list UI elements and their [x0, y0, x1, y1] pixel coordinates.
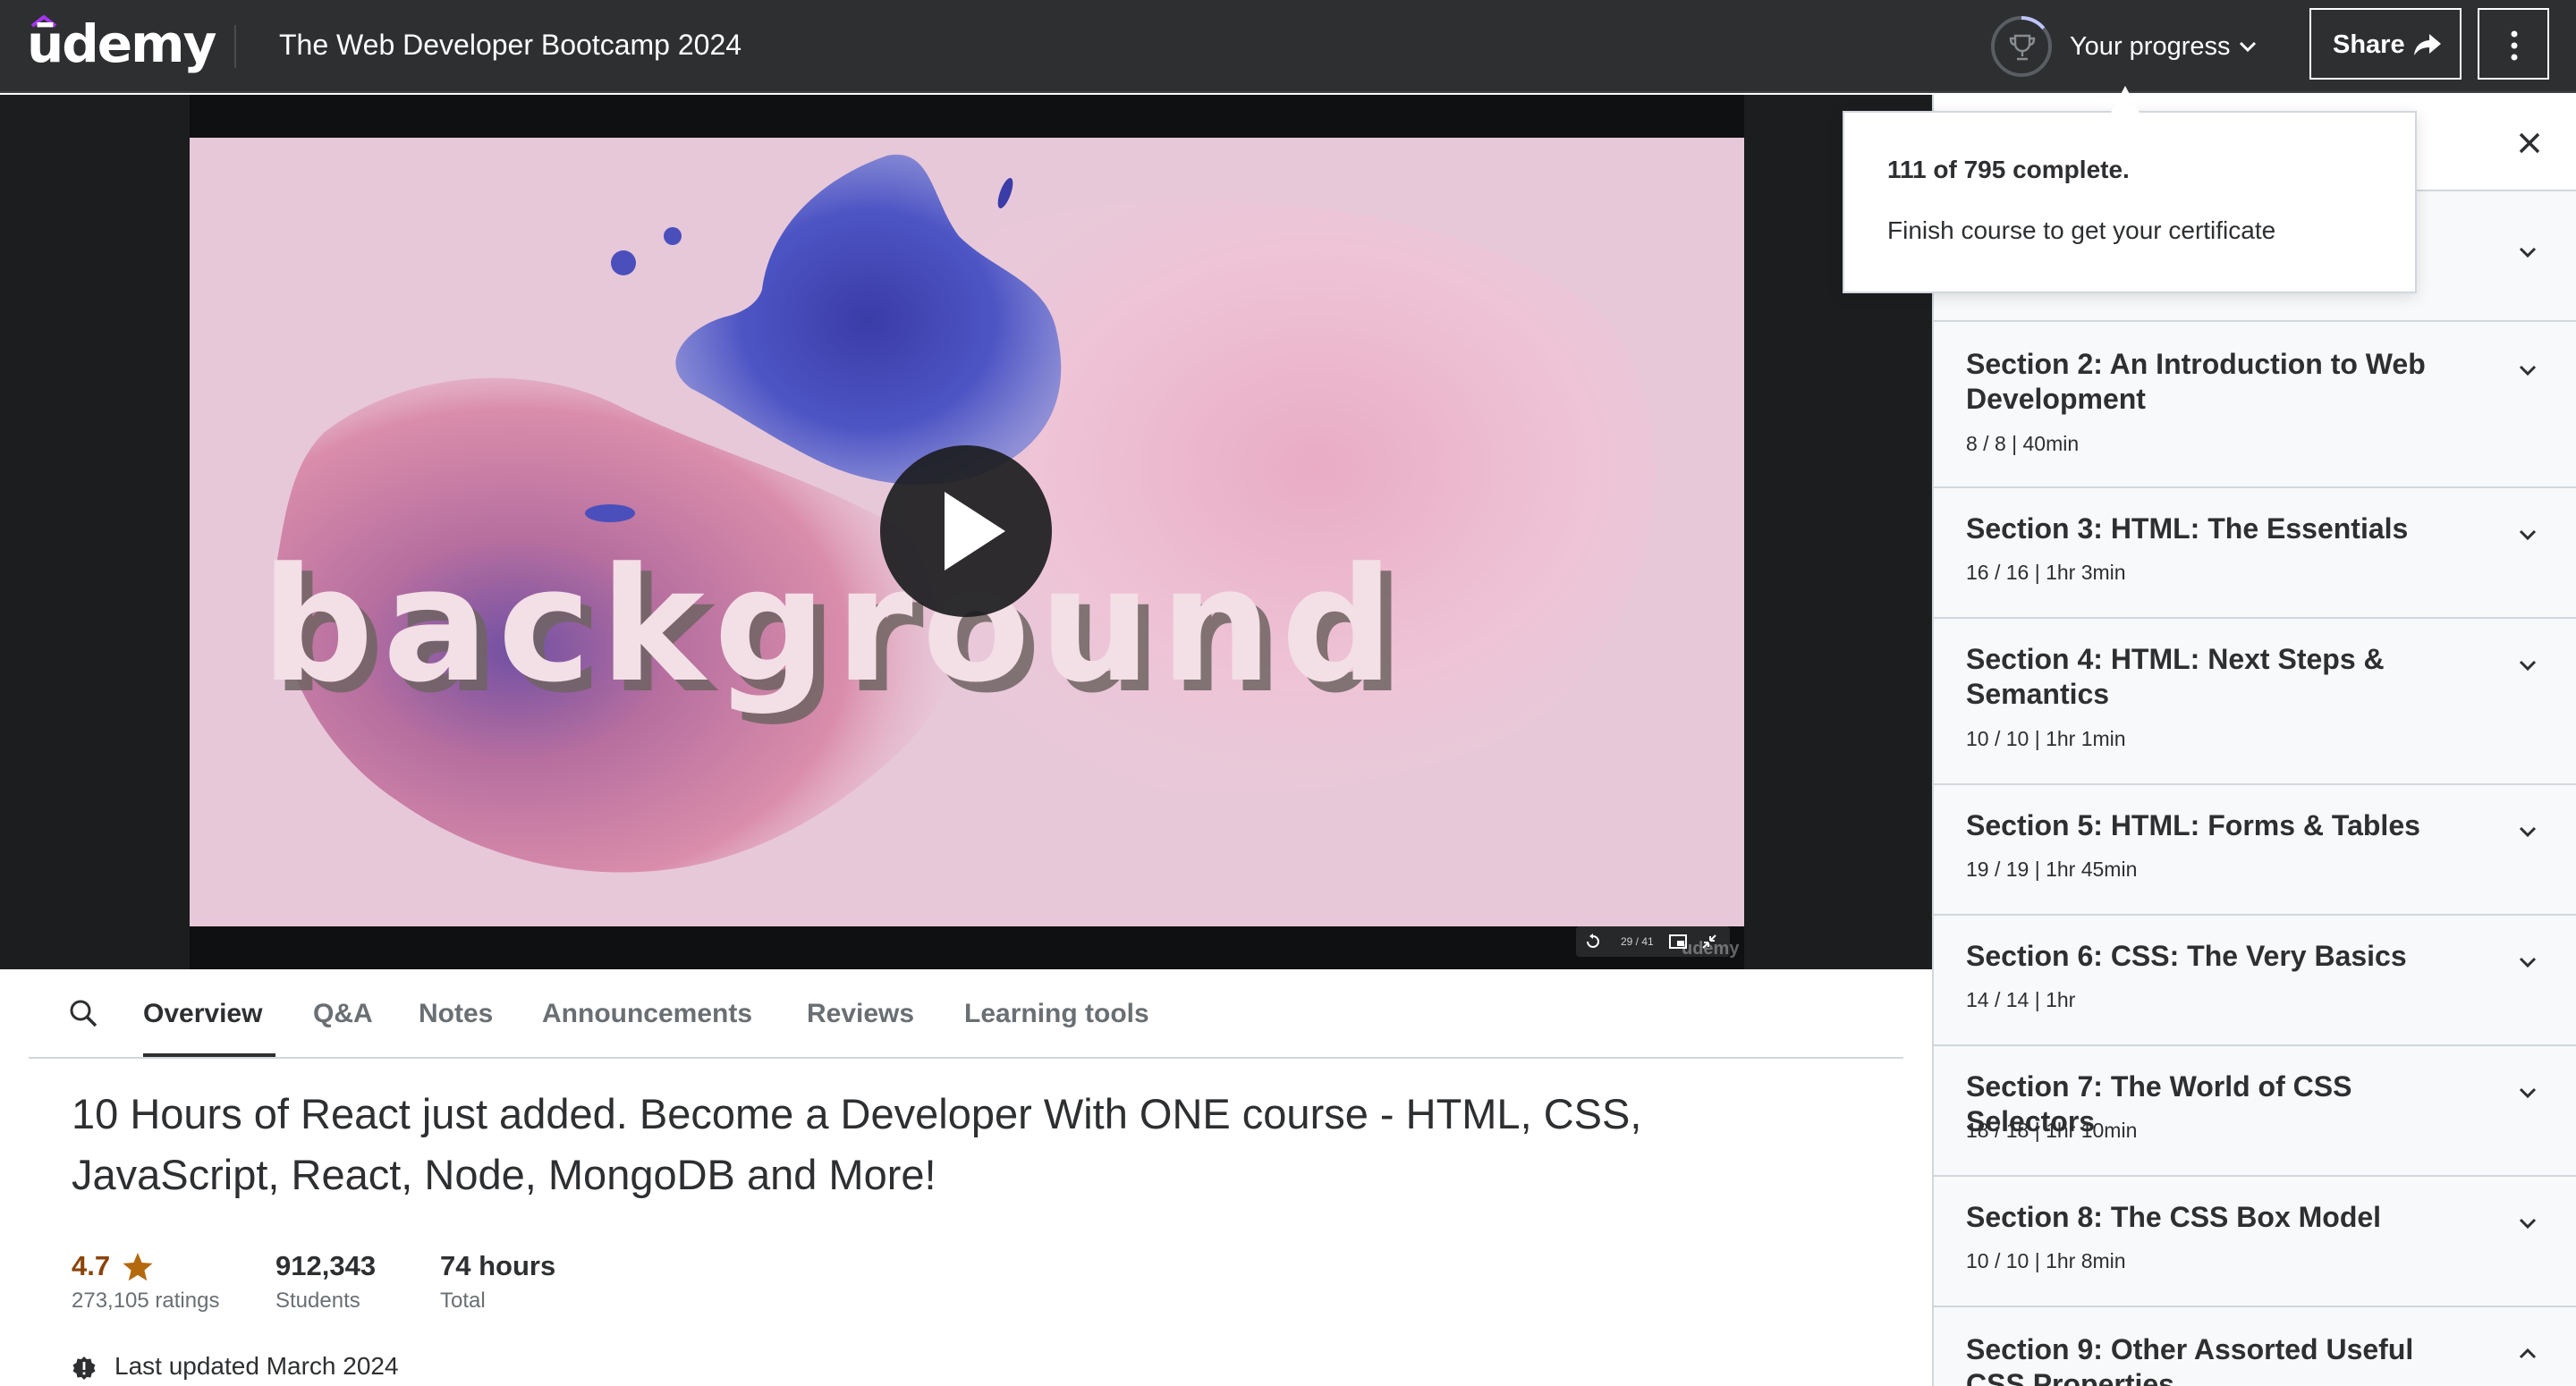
section-meta: 8 / 8 | 40min: [1966, 432, 2080, 455]
tab-notes[interactable]: Notes: [419, 994, 493, 1034]
chevron-down-icon: [2519, 1087, 2537, 1099]
section-item[interactable]: Section 8: The CSS Box Model 10 / 10 | 1…: [1934, 1177, 2576, 1307]
tab-qa[interactable]: Q&A: [313, 994, 373, 1034]
section-item[interactable]: Section 2: An Introduction to Web Develo…: [1934, 324, 2576, 488]
section-meta: 18 / 18 | 1hr 10min: [1966, 1119, 2138, 1142]
play-icon: [945, 492, 1005, 570]
udemy-logo[interactable]: ūdemy: [27, 13, 216, 75]
your-progress-button[interactable]: Your progress: [1987, 7, 2274, 86]
hours-stat: 74 hours Total: [440, 1247, 555, 1316]
active-tab-indicator: [143, 1053, 275, 1057]
section-meta: 19 / 19 | 1hr 45min: [1966, 858, 2138, 881]
header-divider: [234, 25, 236, 68]
section-title: Section 2: An Introduction to Web Develo…: [1966, 348, 2426, 415]
section-item[interactable]: Section 3: HTML: The Essentials 16 / 16 …: [1934, 488, 2576, 619]
more-vertical-icon: [2511, 30, 2518, 61]
chevron-down-icon: [2519, 247, 2537, 258]
section-item[interactable]: Section 5: HTML: Forms & Tables 19 / 19 …: [1934, 785, 2576, 916]
last-updated-text: Last updated March 2024: [114, 1352, 399, 1380]
section-meta: 16 / 16 | 1hr 3min: [1966, 561, 2126, 584]
search-icon[interactable]: [66, 996, 102, 1032]
tab-overview[interactable]: Overview: [143, 994, 262, 1034]
share-label: Share: [2333, 30, 2405, 59]
more-options-button[interactable]: [2478, 8, 2549, 80]
certificate-message: Finish course to get your certificate: [1887, 216, 2276, 244]
logo-text: ūdemy: [27, 13, 216, 74]
star-icon: [123, 1253, 153, 1281]
tab-announcements[interactable]: Announcements: [542, 994, 752, 1034]
section-item[interactable]: Section 7: The World of CSS Selectors 18…: [1934, 1046, 2576, 1177]
chevron-down-icon: [2519, 365, 2537, 376]
share-arrow-icon: [2414, 34, 2441, 55]
section-meta: 10 / 10 | 1hr 8min: [1966, 1249, 2126, 1272]
progress-popover: 111 of 795 complete. Finish course to ge…: [1843, 111, 2417, 293]
tab-learning-tools[interactable]: Learning tools: [964, 994, 1149, 1034]
course-tabs: Overview Q&A Notes Announcements Reviews…: [29, 969, 1903, 1059]
section-title: Section 5: HTML: Forms & Tables: [1966, 809, 2420, 841]
chevron-down-icon: [2519, 957, 2537, 968]
students-stat: 912,343 Students: [275, 1247, 376, 1316]
section-title: Section 9: Other Assorted Useful CSS Pro…: [1966, 1333, 2414, 1386]
section-title: Section 8: The CSS Box Model: [1966, 1201, 2382, 1233]
section-title: Section 6: CSS: The Very Basics: [1966, 940, 2407, 972]
chevron-down-icon: [2519, 529, 2537, 541]
course-title[interactable]: The Web Developer Bootcamp 2024: [279, 23, 741, 66]
slide-counter: 29 / 41: [1621, 935, 1654, 948]
trophy-icon: [2009, 34, 2036, 61]
chevron-down-icon: [2519, 1218, 2537, 1230]
chevron-down-icon: [2519, 660, 2537, 672]
rating-label: 273,105 ratings: [72, 1289, 220, 1313]
chevron-up-icon: [2519, 1348, 2537, 1359]
section-item[interactable]: Section 4: HTML: Next Steps & Semantics …: [1934, 619, 2576, 785]
play-button[interactable]: [880, 445, 1052, 617]
hours-label: Total: [440, 1289, 486, 1313]
progress-label: Your progress: [2070, 32, 2231, 61]
tab-reviews[interactable]: Reviews: [807, 994, 914, 1034]
course-headline: 10 Hours of React just added. Become a D…: [72, 1090, 1642, 1198]
section-meta: 14 / 14 | 1hr: [1966, 988, 2076, 1011]
close-icon[interactable]: [2515, 129, 2544, 157]
chevron-down-icon: [2519, 826, 2537, 838]
popover-arrow: [2111, 86, 2140, 113]
video-watermark: udemy: [1682, 939, 1740, 959]
top-header: ūdemy The Web Developer Bootcamp 2024 Yo…: [0, 0, 2576, 93]
students-label: Students: [275, 1289, 360, 1313]
section-item[interactable]: Section 6: CSS: The Very Basics 14 / 14 …: [1934, 916, 2576, 1046]
section-item-expanded[interactable]: Section 9: Other Assorted Useful CSS Pro…: [1934, 1307, 2576, 1386]
alert-badge-icon: [72, 1356, 96, 1380]
section-title: Section 4: HTML: Next Steps & Semantics: [1966, 643, 2385, 710]
hours-value: 74 hours: [440, 1250, 556, 1281]
section-meta: 10 / 10 | 1hr 1min: [1966, 727, 2126, 750]
replay-icon[interactable]: [1585, 934, 1601, 950]
section-title: Section 3: HTML: The Essentials: [1966, 512, 2409, 545]
students-value: 912,343: [275, 1250, 377, 1281]
chevron-down-icon: [2239, 41, 2257, 53]
video-title-word: background: [261, 534, 1402, 717]
rating-stat: 4.7 273,105 ratings: [72, 1247, 219, 1316]
progress-count: 111 of 795 complete.: [1887, 156, 2130, 183]
share-button[interactable]: Share: [2309, 8, 2462, 80]
